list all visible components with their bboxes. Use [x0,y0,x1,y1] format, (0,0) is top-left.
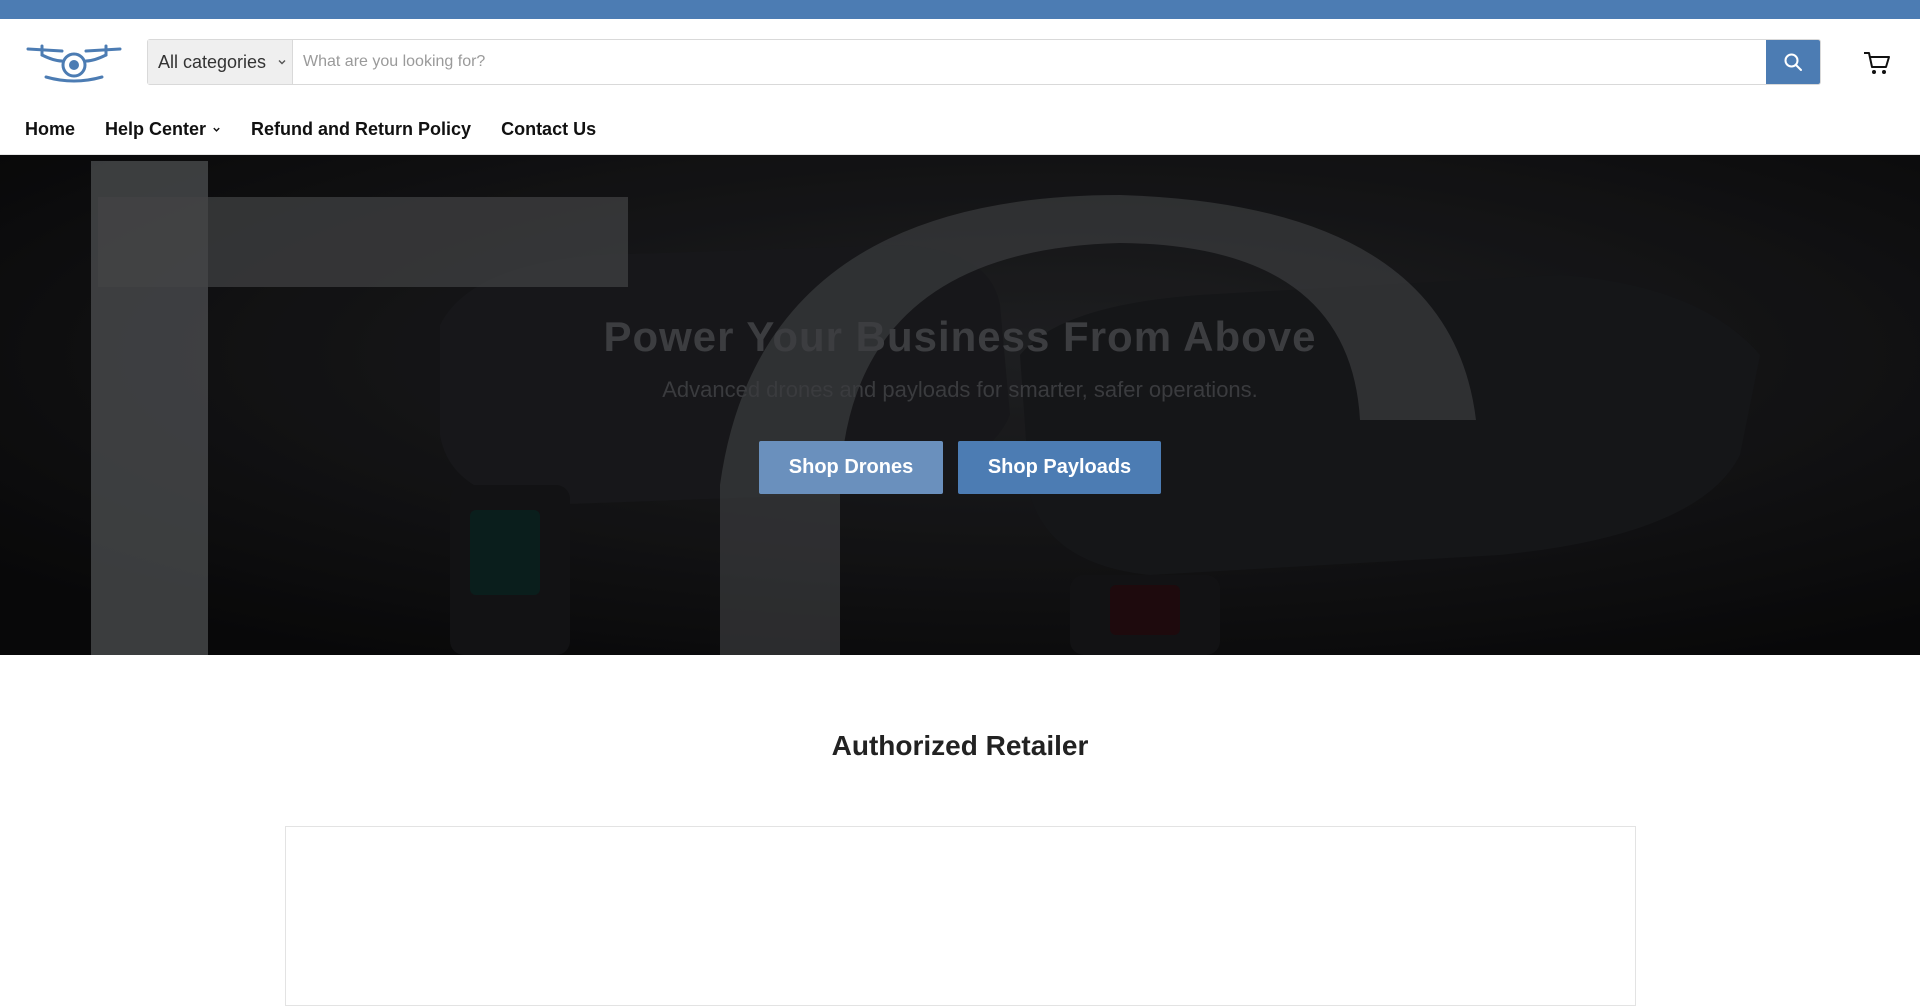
nav-item-home[interactable]: Home [25,119,75,140]
main-nav: Home Help Center Refund and Return Polic… [25,114,626,144]
search-icon [1784,53,1802,71]
section-title: Authorized Retailer [831,730,1089,761]
nav-item-label: Help Center [105,118,207,139]
hero-button-group: Shop Drones Shop Payloads [0,441,1920,494]
hero-banner: Power Your Business From Above Advanced … [0,155,1920,655]
search-bar: All categories [147,39,1821,85]
chevron-down-icon [278,60,286,65]
nav-item-contact-us[interactable]: Contact Us [501,119,596,140]
chevron-down-icon [213,127,220,132]
cart-button[interactable] [1862,49,1892,77]
category-select-label: All categories [158,51,267,72]
nav-item-help-center[interactable]: Help Center [105,119,221,140]
drone-logo[interactable] [24,39,124,85]
search-button[interactable] [1766,40,1820,84]
shop-payloads-button[interactable]: Shop Payloads [958,441,1161,494]
category-select[interactable]: All categories [148,40,293,84]
search-input[interactable] [293,40,1766,84]
nav-item-label: Home [25,118,76,139]
announcement-bar [0,0,1920,19]
nav-item-label: Contact Us [501,118,597,139]
hero-title: Power Your Business From Above [603,313,1317,360]
nav-item-label: Refund and Return Policy [251,118,472,139]
hero-subtitle: Advanced drones and payloads for smarter… [662,377,1258,402]
cart-icon [1864,52,1890,74]
retailer-content-box [285,826,1636,1006]
shop-drones-button[interactable]: Shop Drones [759,441,943,494]
site-header: All categories Home Help Center [0,19,1920,155]
hero-background-image [0,155,1920,655]
nav-item-refund-policy[interactable]: Refund and Return Policy [251,119,471,140]
